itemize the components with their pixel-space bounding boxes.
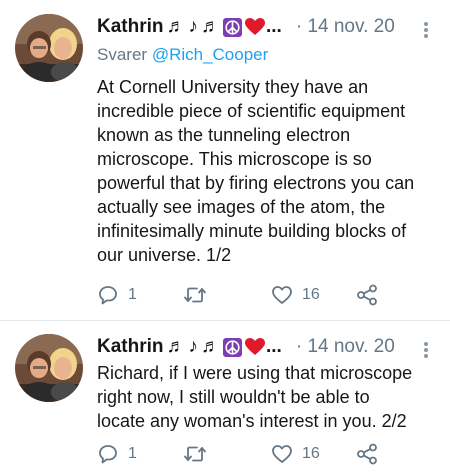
- reply-button[interactable]: 1: [97, 441, 137, 467]
- reply-icon: [99, 445, 117, 464]
- tweet-text: At Cornell University they have an incre…: [97, 77, 415, 265]
- music-note-icon: ♬: [166, 336, 186, 357]
- like-count: 16: [302, 286, 320, 303]
- tweet-text: Richard, if I were using that microscope…: [97, 363, 413, 431]
- retweet-button[interactable]: [183, 282, 216, 308]
- reply-button[interactable]: 1: [97, 282, 137, 308]
- heart-icon: [272, 286, 292, 304]
- reply-icon: [99, 286, 117, 305]
- reply-count: 1: [128, 445, 137, 462]
- tweet-actions: 1 16: [97, 282, 397, 308]
- tweet-header: Kathrin ♬ ♪ ♬ ... · 14 nov. 20: [97, 334, 437, 360]
- author-name[interactable]: Kathrin: [97, 16, 164, 38]
- heart-emoji-icon: [245, 18, 265, 36]
- peace-sign-icon: [223, 337, 242, 357]
- timestamp[interactable]: · 14 nov. 20: [296, 16, 395, 38]
- tweet[interactable]: Kathrin ♬ ♪ ♬ ... · 14 nov. 20 Richard, …: [0, 320, 450, 472]
- avatar[interactable]: [15, 334, 83, 402]
- timestamp[interactable]: · 14 nov. 20: [296, 336, 395, 358]
- retweet-icon: [184, 446, 206, 462]
- more-options-icon[interactable]: [423, 342, 429, 358]
- like-button[interactable]: 16: [271, 441, 320, 467]
- reply-handle-link[interactable]: @Rich_Cooper: [152, 45, 268, 64]
- name-ellipsis: ...: [266, 16, 282, 37]
- tweet[interactable]: Kathrin ♬ ♪ ♬ ... · 14 nov. 20 Svarer @R…: [0, 0, 450, 320]
- heart-emoji-icon: [245, 338, 265, 356]
- heart-icon: [272, 445, 292, 463]
- reply-count: 1: [128, 286, 137, 303]
- music-note-icon: ♬: [166, 16, 186, 37]
- retweet-button[interactable]: [183, 441, 216, 467]
- name-ellipsis: ...: [266, 336, 282, 357]
- reply-prefix: Svarer: [97, 45, 148, 64]
- share-button[interactable]: [355, 282, 379, 308]
- peace-sign-icon: [223, 17, 242, 37]
- music-note-icon: ♪: [188, 16, 199, 37]
- avatar[interactable]: [15, 14, 83, 82]
- music-note-icon: ♬: [201, 16, 220, 37]
- retweet-icon: [184, 287, 206, 303]
- more-options-icon[interactable]: [423, 22, 429, 38]
- like-button[interactable]: 16: [271, 282, 320, 308]
- music-note-icon: ♬: [201, 336, 220, 357]
- tweet-header: Kathrin ♬ ♪ ♬ ... · 14 nov. 20: [97, 14, 437, 40]
- share-button[interactable]: [355, 441, 379, 467]
- author-name[interactable]: Kathrin: [97, 336, 164, 358]
- music-note-icon: ♪: [188, 336, 199, 357]
- share-icon: [357, 284, 377, 306]
- tweet-actions: 1 16: [97, 441, 397, 467]
- like-count: 16: [302, 445, 320, 462]
- replying-to: Svarer @Rich_Cooper: [97, 45, 268, 65]
- share-icon: [357, 443, 377, 465]
